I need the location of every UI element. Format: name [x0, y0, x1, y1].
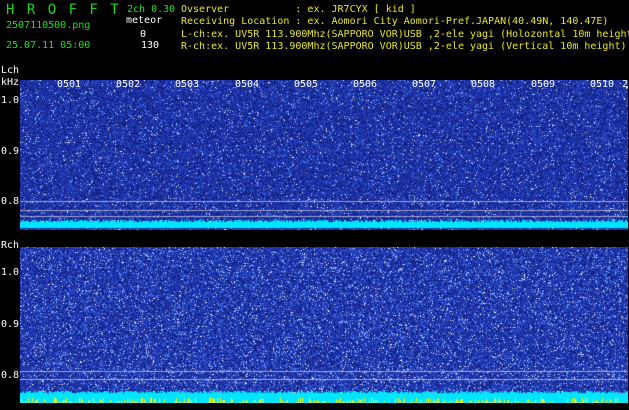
app-brand: H R O F F T	[6, 2, 121, 18]
rch-spectrogram	[20, 247, 628, 403]
edge-label: 2	[622, 79, 629, 90]
rch-ytick-3: 0.8	[1, 370, 20, 381]
minute-label-0504: 0504	[235, 79, 260, 90]
lch-ytick-3: 0.8	[1, 196, 20, 207]
rch-ytick-2: 0.9	[1, 319, 20, 330]
minute-label-0502: 0502	[116, 79, 141, 90]
rch-info-line: R-ch:ex. UV5R 113.900Mhz(SAPPORO VOR)USB…	[181, 41, 627, 52]
location-line: Receiving Location : ex. Aomori City Aom…	[181, 16, 609, 27]
minute-label-0509: 0509	[531, 79, 556, 90]
meteor-label: meteor	[126, 15, 163, 26]
freq-unit-label: kHz	[1, 77, 20, 88]
minute-label-0507: 0507	[412, 79, 437, 90]
minute-label-0510: 0510	[590, 79, 615, 90]
minute-label-0503: 0503	[175, 79, 200, 90]
meteor-count-r: 130	[141, 40, 160, 51]
rch-channel-label: Rch	[1, 240, 20, 251]
minute-label-0505: 0505	[294, 79, 319, 90]
minute-label-0508: 0508	[471, 79, 496, 90]
lch-info-line: L-ch:ex. UV5R 113.900Mhz(SAPPORO VOR)USB…	[181, 29, 629, 40]
image-filename: 2507110500.png	[6, 20, 91, 31]
lch-ytick-1: 1.0	[1, 95, 20, 106]
observer-line: Ovserver : ex. JR7CYX [ kid ]	[181, 4, 416, 15]
minute-label-0506: 0506	[353, 79, 378, 90]
lch-channel-label: Lch	[1, 65, 20, 76]
capture-datetime: 25.07.11 05:00	[6, 40, 91, 51]
minute-label-0501: 0501	[57, 79, 82, 90]
lch-spectrogram	[20, 80, 628, 230]
lch-ytick-2: 0.9	[1, 146, 20, 157]
mode-label: 2ch 0.30	[127, 4, 176, 15]
rch-ytick-1: 1.0	[1, 267, 20, 278]
meteor-count-l: 0	[140, 29, 147, 40]
